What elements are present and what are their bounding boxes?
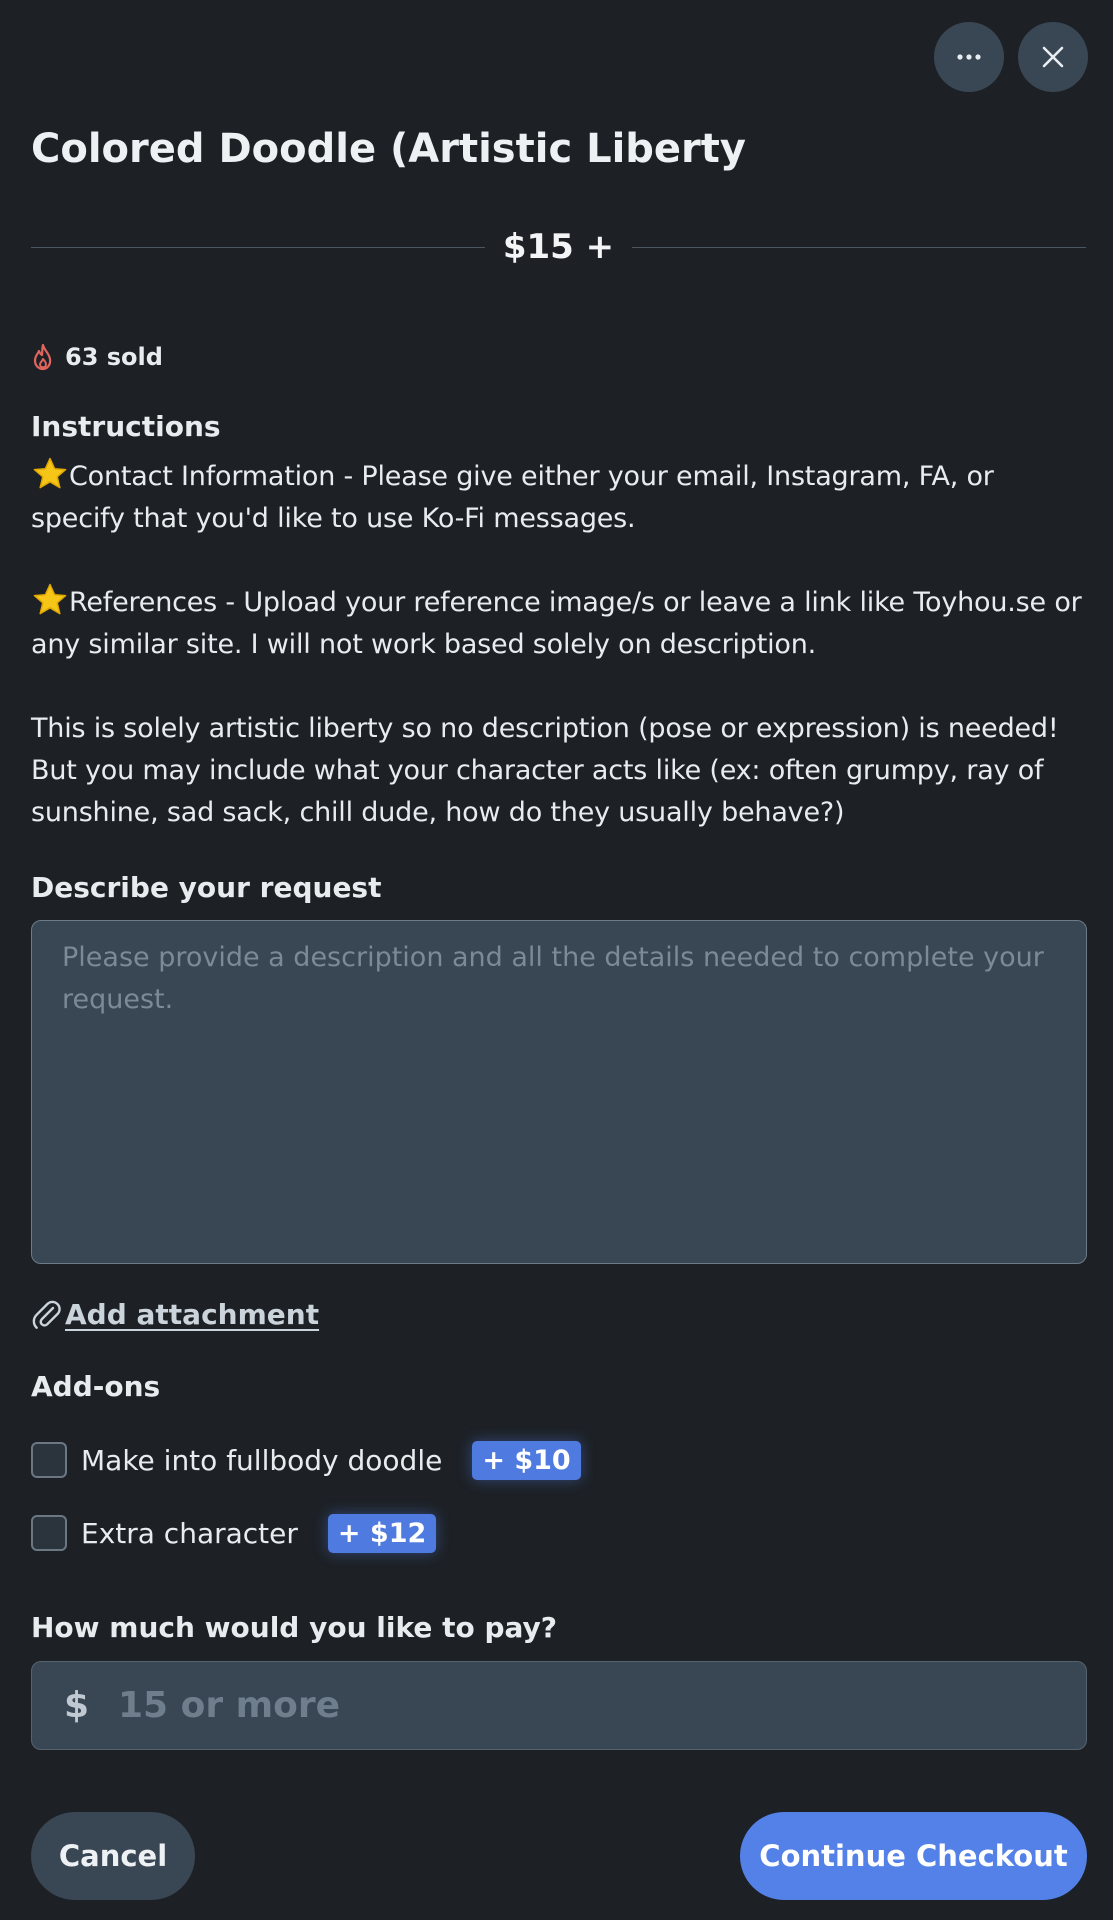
payment-heading: How much would you like to pay? (31, 1611, 558, 1644)
addon-fullbody[interactable]: Make into fullbody doodle + $10 (31, 1438, 581, 1482)
add-attachment-label: Add attachment (65, 1297, 320, 1331)
addon-label: Make into fullbody doodle (81, 1443, 443, 1477)
request-heading: Describe your request (31, 871, 382, 904)
flame-icon (33, 343, 52, 371)
currency-symbol: $ (64, 1685, 90, 1726)
addon-checkbox[interactable] (31, 1515, 67, 1551)
request-description-input[interactable] (31, 920, 1087, 1264)
divider-line-left (31, 246, 485, 248)
addon-label: Extra character (81, 1516, 298, 1550)
divider-line-right (632, 246, 1087, 248)
commission-modal: Colored Doodle (Artistic Liberty $15 + 6… (0, 0, 1113, 1920)
item-title: Colored Doodle (Artistic Liberty (31, 126, 746, 172)
instructions-body: Contact Information - Please give either… (31, 456, 1091, 834)
more-options-button[interactable] (934, 22, 1004, 92)
close-button[interactable] (1018, 22, 1088, 92)
addons-heading: Add-ons (31, 1370, 161, 1403)
instructions-heading: Instructions (31, 410, 221, 443)
star-icon (33, 583, 67, 615)
item-price: $15 + (502, 227, 615, 267)
add-attachment-link[interactable]: Add attachment (31, 1294, 319, 1334)
addon-price-badge: + $12 (327, 1513, 437, 1553)
addon-checkbox[interactable] (31, 1442, 67, 1478)
star-icon (33, 457, 67, 489)
addon-price-badge: + $10 (472, 1440, 581, 1480)
paperclip-icon (32, 1300, 61, 1329)
payment-amount-field[interactable]: $ (31, 1661, 1087, 1750)
close-icon (1042, 46, 1064, 68)
payment-amount-input[interactable] (116, 1661, 1086, 1750)
sold-count: 63 sold (31, 340, 163, 374)
price-divider: $15 + (31, 222, 1087, 272)
instruction-contact: Contact Information - Please give either… (31, 456, 1091, 540)
sold-text: 63 sold (65, 343, 163, 371)
continue-checkout-button[interactable]: Continue Checkout (740, 1812, 1087, 1900)
cancel-button[interactable]: Cancel (31, 1812, 195, 1900)
instruction-artistic-liberty: This is solely artistic liberty so no de… (31, 713, 1059, 828)
ellipsis-icon (957, 54, 981, 60)
instruction-references: References - Upload your reference image… (31, 582, 1091, 666)
addon-extra-character[interactable]: Extra character + $12 (31, 1511, 437, 1555)
